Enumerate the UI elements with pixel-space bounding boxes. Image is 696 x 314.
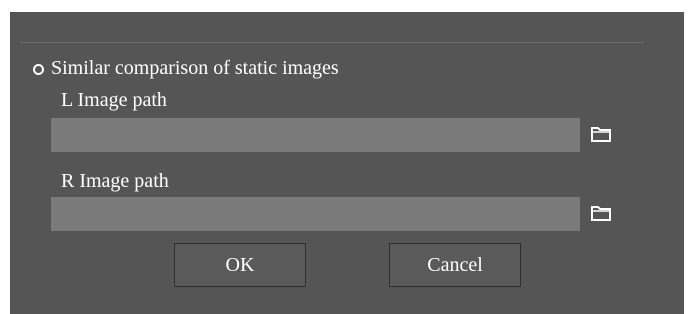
close-icon[interactable]: ×: [680, 12, 696, 28]
window-top-edge: [0, 0, 696, 12]
left-image-path-input[interactable]: [51, 118, 580, 152]
cancel-button[interactable]: Cancel: [389, 243, 521, 287]
radio-icon[interactable]: [33, 64, 44, 75]
folder-icon[interactable]: [590, 203, 612, 223]
header-divider: [20, 42, 644, 43]
right-image-path-label: R Image path: [61, 170, 169, 192]
right-image-path-input[interactable]: [51, 197, 580, 231]
ok-button[interactable]: OK: [174, 243, 306, 287]
option-label: Similar comparison of static images: [51, 57, 339, 79]
folder-icon[interactable]: [590, 124, 612, 144]
left-image-path-label: L Image path: [61, 89, 167, 111]
